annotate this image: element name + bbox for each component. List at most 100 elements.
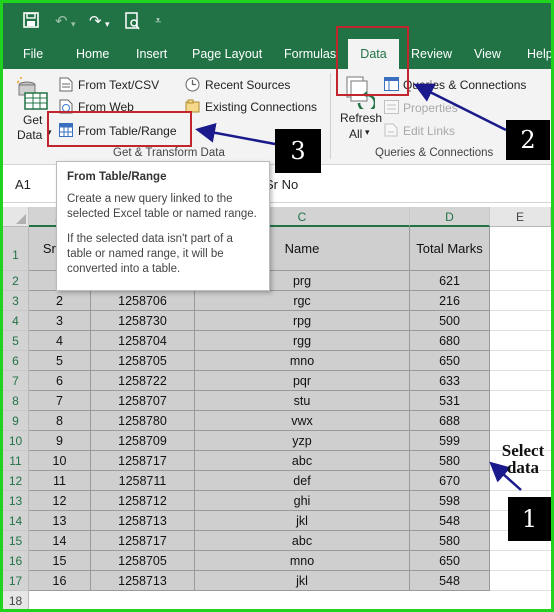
empty-cell[interactable] <box>490 271 551 291</box>
cell-id[interactable]: 1258705 <box>91 551 195 571</box>
select-all-corner[interactable] <box>3 207 29 227</box>
row-header[interactable]: 18 <box>3 591 29 609</box>
cell-id[interactable]: 1258707 <box>91 391 195 411</box>
row-header[interactable]: 10 <box>3 431 29 451</box>
tab-review[interactable]: Review <box>411 39 452 69</box>
cell-total-marks[interactable]: 680 <box>410 331 490 351</box>
cell-total-marks[interactable]: 531 <box>410 391 490 411</box>
row-header[interactable]: 6 <box>3 351 29 371</box>
edit-links-button[interactable]: Edit Links <box>403 124 455 138</box>
cell-name[interactable]: rpg <box>195 311 410 331</box>
cell-name[interactable]: mno <box>195 351 410 371</box>
tab-help[interactable]: Help <box>527 39 551 69</box>
row-header[interactable]: 4 <box>3 311 29 331</box>
from-text-csv-button[interactable]: From Text/CSV <box>78 78 159 92</box>
cell-sr-no[interactable]: 9 <box>29 431 91 451</box>
cell-id[interactable]: 1258717 <box>91 531 195 551</box>
row-header[interactable]: 7 <box>3 371 29 391</box>
cell-sr-no[interactable]: 2 <box>29 291 91 311</box>
cell-name[interactable]: abc <box>195 531 410 551</box>
cell-sr-no[interactable]: 11 <box>29 471 91 491</box>
empty-cell[interactable] <box>490 371 551 391</box>
queries-connections-button[interactable]: Queries & Connections <box>403 78 526 92</box>
cell-sr-no[interactable]: 12 <box>29 491 91 511</box>
empty-cell[interactable] <box>490 291 551 311</box>
cell-total-marks[interactable]: 670 <box>410 471 490 491</box>
empty-cell[interactable] <box>490 391 551 411</box>
tab-page-layout[interactable]: Page Layout <box>192 39 262 69</box>
cell-sr-no[interactable]: 14 <box>29 531 91 551</box>
empty-cell[interactable] <box>490 351 551 371</box>
row-header[interactable]: 5 <box>3 331 29 351</box>
cell-sr-no[interactable]: 6 <box>29 371 91 391</box>
existing-connections-button[interactable]: Existing Connections <box>205 100 317 114</box>
cell-name[interactable]: stu <box>195 391 410 411</box>
cell-name[interactable]: pqr <box>195 371 410 391</box>
cell-id[interactable]: 1258730 <box>91 311 195 331</box>
cell-name[interactable]: ghi <box>195 491 410 511</box>
cell-id[interactable]: 1258713 <box>91 571 195 591</box>
cell-id[interactable]: 1258722 <box>91 371 195 391</box>
cell-total-marks[interactable]: 621 <box>410 271 490 291</box>
cell-id[interactable]: 1258709 <box>91 431 195 451</box>
refresh-dropdown-icon[interactable]: ▾ <box>365 127 370 138</box>
cell-name[interactable]: yzp <box>195 431 410 451</box>
cell-name[interactable]: jkl <box>195 511 410 531</box>
cell-sr-no[interactable]: 3 <box>29 311 91 331</box>
refresh-all-label-2[interactable]: All <box>349 127 362 141</box>
empty-cell[interactable] <box>490 311 551 331</box>
cell-id[interactable]: 1258717 <box>91 451 195 471</box>
redo-icon[interactable]: ↷ <box>89 12 102 30</box>
tab-file[interactable]: File <box>23 39 43 69</box>
row-header[interactable]: 9 <box>3 411 29 431</box>
row-header[interactable]: 14 <box>3 511 29 531</box>
cell-sr-no[interactable]: 10 <box>29 451 91 471</box>
redo-dropdown-icon[interactable]: ▾ <box>105 16 110 34</box>
cell-total-marks[interactable]: 580 <box>410 531 490 551</box>
recent-sources-button[interactable]: Recent Sources <box>205 78 290 92</box>
row-header[interactable]: 15 <box>3 531 29 551</box>
cell-name[interactable]: rgc <box>195 291 410 311</box>
row-header[interactable]: 12 <box>3 471 29 491</box>
tab-insert[interactable]: Insert <box>136 39 167 69</box>
row-header[interactable]: 11 <box>3 451 29 471</box>
empty-cell[interactable] <box>490 331 551 351</box>
cell-sr-no[interactable]: 7 <box>29 391 91 411</box>
cell-name[interactable]: jkl <box>195 571 410 591</box>
cell-id[interactable]: 1258711 <box>91 471 195 491</box>
undo-dropdown-icon[interactable]: ▾ <box>71 16 76 34</box>
row-header[interactable]: 3 <box>3 291 29 311</box>
get-data-label-2[interactable]: Data <box>17 128 42 142</box>
cell-id[interactable]: 1258705 <box>91 351 195 371</box>
cell-sr-no[interactable]: 4 <box>29 331 91 351</box>
cell-total-marks[interactable]: 548 <box>410 511 490 531</box>
cell-sr-no[interactable]: 8 <box>29 411 91 431</box>
cell-total-marks[interactable]: 633 <box>410 371 490 391</box>
cell-total-marks[interactable]: 548 <box>410 571 490 591</box>
refresh-all-label[interactable]: Refresh <box>340 111 382 125</box>
undo-icon[interactable]: ↶ <box>55 12 68 30</box>
cell-id[interactable]: 1258706 <box>91 291 195 311</box>
cell-total-marks[interactable]: 599 <box>410 431 490 451</box>
tab-home[interactable]: Home <box>76 39 109 69</box>
cell-total-marks[interactable]: 216 <box>410 291 490 311</box>
tab-formulas[interactable]: Formulas <box>284 39 336 69</box>
row-header[interactable]: 17 <box>3 571 29 591</box>
row-header[interactable]: 8 <box>3 391 29 411</box>
header-cell-total-marks[interactable]: Total Marks <box>410 227 490 271</box>
cell-id[interactable]: 1258712 <box>91 491 195 511</box>
cell-total-marks[interactable]: 688 <box>410 411 490 431</box>
tab-view[interactable]: View <box>474 39 501 69</box>
cell-total-marks[interactable]: 650 <box>410 551 490 571</box>
cell-id[interactable]: 1258704 <box>91 331 195 351</box>
empty-cell[interactable] <box>490 571 551 591</box>
row-header[interactable]: 13 <box>3 491 29 511</box>
properties-button[interactable]: Properties <box>403 101 458 115</box>
row-header[interactable]: 16 <box>3 551 29 571</box>
cell-total-marks[interactable]: 580 <box>410 451 490 471</box>
empty-cell[interactable] <box>490 551 551 571</box>
empty-cell[interactable] <box>490 411 551 431</box>
cell-total-marks[interactable]: 598 <box>410 491 490 511</box>
cell-name[interactable]: def <box>195 471 410 491</box>
cell-sr-no[interactable]: 16 <box>29 571 91 591</box>
